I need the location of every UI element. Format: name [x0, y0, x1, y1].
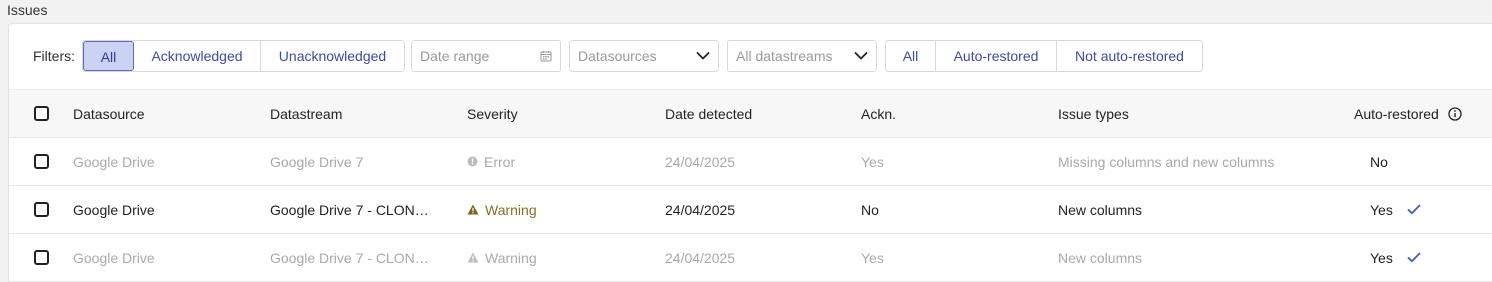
auto-restored-value: Yes — [1370, 201, 1393, 218]
row-checkbox-cell — [34, 138, 49, 185]
column-header-auto-restored[interactable]: Auto-restored — [1354, 90, 1462, 137]
ack-filter-unacknowledged[interactable]: Unacknowledged — [261, 41, 404, 71]
datastreams-placeholder: All datastreams — [736, 48, 833, 64]
date-detected-cell: 24/04/2025 — [665, 201, 736, 218]
datasources-select[interactable]: Datasources — [569, 40, 719, 72]
column-header-severity[interactable]: Severity — [467, 90, 518, 137]
chevron-down-icon — [854, 41, 868, 71]
date-range-placeholder: Date range — [420, 48, 490, 64]
row-checkbox[interactable] — [34, 202, 49, 217]
issues-panel: Filters: All Acknowledged Unacknowledged… — [8, 23, 1492, 282]
ack-filter-all[interactable]: All — [83, 41, 134, 71]
table-row[interactable]: Google Drive Google Drive 7 Error 24/04/… — [9, 138, 1492, 186]
auto-restored-value: Yes — [1370, 249, 1393, 266]
issue-types-cell: Missing columns and new columns — [1058, 153, 1275, 170]
datastream-cell: Google Drive 7 - CLON… — [270, 201, 429, 218]
severity-cell: Warning — [467, 186, 537, 233]
warning-icon — [467, 204, 479, 215]
check-icon — [1407, 204, 1421, 215]
table-row[interactable]: Google Drive Google Drive 7 - CLON… Warn… — [9, 234, 1492, 282]
calendar-icon — [540, 41, 552, 71]
date-range-input[interactable]: Date range — [411, 40, 561, 72]
auto-restored-value: No — [1370, 153, 1388, 170]
severity-cell: Warning — [467, 234, 537, 281]
select-all-checkbox-cell — [34, 90, 49, 137]
ackn-cell: Yes — [861, 153, 884, 170]
datasource-cell: Google Drive — [73, 201, 155, 218]
ack-filter-group: All Acknowledged Unacknowledged — [82, 40, 405, 72]
auto-filter-auto-restored[interactable]: Auto-restored — [936, 41, 1057, 71]
severity-label: Warning — [485, 201, 537, 218]
ackn-cell: No — [861, 201, 879, 218]
datastream-cell: Google Drive 7 - CLON… — [270, 249, 429, 266]
row-checkbox[interactable] — [34, 250, 49, 265]
auto-restored-cell: Yes — [1370, 186, 1421, 233]
auto-restored-cell: Yes — [1370, 234, 1421, 281]
column-header-issue-types[interactable]: Issue types — [1058, 90, 1129, 137]
date-detected-cell: 24/04/2025 — [665, 153, 736, 170]
auto-restored-header-label: Auto-restored — [1354, 105, 1439, 122]
select-all-checkbox[interactable] — [34, 106, 49, 121]
column-header-date-detected[interactable]: Date detected — [665, 90, 752, 137]
warning-icon — [467, 252, 479, 263]
datastreams-select[interactable]: All datastreams — [727, 40, 877, 72]
column-header-datasource[interactable]: Datasource — [73, 90, 145, 137]
chevron-down-icon — [696, 41, 710, 71]
datastream-cell: Google Drive 7 — [270, 153, 364, 170]
auto-filter-all[interactable]: All — [886, 41, 936, 71]
date-detected-cell: 24/04/2025 — [665, 249, 736, 266]
auto-filter-not-auto-restored[interactable]: Not auto-restored — [1057, 41, 1202, 71]
row-checkbox[interactable] — [34, 154, 49, 169]
check-icon — [1407, 252, 1421, 263]
info-icon[interactable] — [1448, 106, 1462, 121]
datasource-cell: Google Drive — [73, 249, 155, 266]
row-checkbox-cell — [34, 234, 49, 281]
page-title: Issues — [7, 2, 48, 18]
severity-cell: Error — [467, 138, 515, 185]
table-row[interactable]: Google Drive Google Drive 7 - CLON… Warn… — [9, 186, 1492, 234]
datasources-placeholder: Datasources — [578, 48, 657, 64]
ack-filter-acknowledged[interactable]: Acknowledged — [134, 41, 261, 71]
filters-bar: Filters: All Acknowledged Unacknowledged… — [9, 24, 1492, 89]
issue-types-cell: New columns — [1058, 249, 1143, 266]
severity-label: Warning — [485, 249, 537, 266]
auto-restored-filter-group: All Auto-restored Not auto-restored — [885, 40, 1203, 72]
filters-label: Filters: — [33, 48, 75, 64]
table-header-row: Datasource Datastream Severity Date dete… — [9, 89, 1492, 138]
column-header-ackn[interactable]: Ackn. — [861, 90, 896, 137]
issue-types-cell: New columns — [1058, 201, 1143, 218]
column-header-datastream[interactable]: Datastream — [270, 90, 342, 137]
error-icon — [467, 156, 478, 167]
row-checkbox-cell — [34, 186, 49, 233]
severity-label: Error — [484, 153, 516, 170]
datasource-cell: Google Drive — [73, 153, 155, 170]
auto-restored-cell: No — [1370, 138, 1388, 185]
ackn-cell: Yes — [861, 249, 884, 266]
